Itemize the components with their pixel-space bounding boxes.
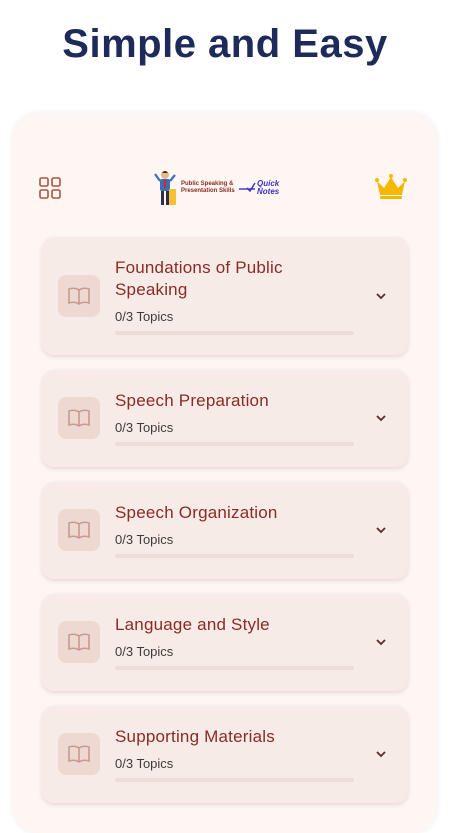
book-icon bbox=[58, 733, 100, 775]
book-icon bbox=[58, 621, 100, 663]
chapter-card[interactable]: Speech Preparation 0/3 Topics bbox=[42, 370, 408, 467]
chapter-card[interactable]: Supporting Materials 0/3 Topics bbox=[42, 706, 408, 803]
progress-bar bbox=[115, 666, 354, 670]
chapter-title: Supporting Materials bbox=[115, 727, 275, 746]
app-screen: Public Speaking & Presentation Skills Qu… bbox=[13, 113, 437, 833]
chapter-title: Speech Organization bbox=[115, 503, 278, 522]
logo-quick-notes: Quick Notes bbox=[257, 180, 279, 196]
progress-bar bbox=[115, 778, 354, 782]
speaker-figure-icon bbox=[154, 171, 176, 205]
checkmark-icon bbox=[239, 182, 256, 193]
chapter-card[interactable]: Speech Organization 0/3 Topics bbox=[42, 482, 408, 579]
book-icon bbox=[58, 275, 100, 317]
chapter-title: Foundations of Public Speaking bbox=[115, 258, 283, 299]
logo-title: Public Speaking & Presentation Skills bbox=[181, 180, 235, 195]
chapter-title: Speech Preparation bbox=[115, 391, 269, 410]
progress-bar bbox=[115, 442, 354, 446]
chevron-down-icon[interactable] bbox=[374, 747, 388, 761]
chapter-topics: 0/3 Topics bbox=[115, 309, 174, 324]
app-logo: Public Speaking & Presentation Skills Qu… bbox=[153, 169, 297, 207]
chapter-topics: 0/3 Topics bbox=[115, 420, 174, 435]
book-icon bbox=[58, 509, 100, 551]
chapter-topics: 0/3 Topics bbox=[115, 644, 174, 659]
headline: Simple and Easy bbox=[62, 22, 388, 66]
top-bar: Public Speaking & Presentation Skills Qu… bbox=[13, 163, 437, 213]
chevron-down-icon[interactable] bbox=[374, 411, 388, 425]
chapter-topics: 0/3 Topics bbox=[115, 532, 174, 547]
logo-notes: Notes bbox=[257, 187, 280, 196]
chevron-down-icon[interactable] bbox=[374, 523, 388, 537]
chapter-title: Language and Style bbox=[115, 615, 270, 634]
chapter-card[interactable]: Foundations of Public Speaking 0/3 Topic… bbox=[42, 237, 408, 355]
chevron-down-icon[interactable] bbox=[374, 289, 388, 303]
chapter-list: Foundations of Public Speaking 0/3 Topic… bbox=[42, 237, 408, 818]
crown-icon[interactable] bbox=[374, 173, 408, 201]
chevron-down-icon[interactable] bbox=[374, 635, 388, 649]
chapter-card[interactable]: Language and Style 0/3 Topics bbox=[42, 594, 408, 691]
grid-icon[interactable] bbox=[38, 176, 62, 200]
progress-bar bbox=[115, 331, 354, 335]
progress-bar bbox=[115, 554, 354, 558]
book-icon bbox=[58, 397, 100, 439]
chapter-topics: 0/3 Topics bbox=[115, 756, 174, 771]
